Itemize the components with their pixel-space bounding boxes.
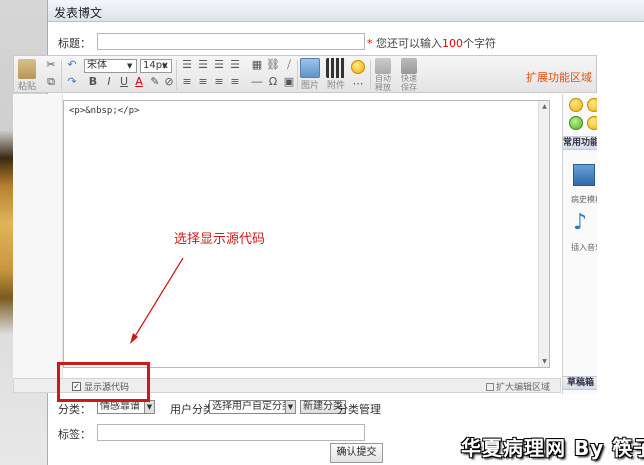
- autosave-icon: [375, 58, 391, 74]
- horizontal-rule-icon[interactable]: ―: [250, 76, 264, 88]
- smiley-icon[interactable]: [569, 116, 583, 130]
- clear-format-icon[interactable]: ⊘: [162, 76, 176, 88]
- extension-area-title: 扩展功能区域: [526, 71, 592, 84]
- toolbar-divider: [176, 60, 177, 90]
- submit-button[interactable]: 确认提交: [330, 443, 383, 463]
- chevron-down-icon: ▼: [285, 401, 295, 413]
- more-icon[interactable]: ⋯: [351, 78, 365, 90]
- quicksave-button[interactable]: 快速 保存: [398, 58, 420, 92]
- italic-button[interactable]: I: [102, 76, 116, 88]
- dialog-titlebar[interactable]: 发表博文: [48, 0, 644, 22]
- draft-box-header[interactable]: 草稿箱: [563, 376, 597, 390]
- source-editor[interactable]: <p>&nbsp;</p> ▲ ▼: [63, 100, 550, 368]
- bullet-list-icon[interactable]: ☰: [180, 59, 194, 71]
- save-disk-icon: [401, 58, 417, 74]
- film-icon: [326, 58, 346, 78]
- redo-icon[interactable]: ↷: [65, 76, 79, 88]
- dialog-title: 发表博文: [54, 6, 103, 20]
- remaining-char-count: 100: [442, 37, 463, 50]
- numbered-list-icon[interactable]: ☰: [196, 59, 210, 71]
- smiley-icon[interactable]: [587, 116, 597, 130]
- bold-button[interactable]: B: [86, 76, 100, 88]
- editor-gutter: [13, 94, 63, 378]
- tags-input[interactable]: [97, 424, 365, 441]
- copy-icon[interactable]: ⧉: [44, 76, 58, 88]
- source-code-text: <p>&nbsp;</p>: [69, 106, 140, 116]
- chevron-down-icon: ▼: [144, 401, 154, 413]
- manage-category-link[interactable]: 分类管理: [337, 401, 381, 417]
- insert-music-label: 插入音乐: [571, 243, 597, 252]
- user-category-select[interactable]: 选择用户自定分类 ▼: [209, 400, 296, 414]
- scroll-down-icon[interactable]: ▼: [540, 357, 549, 366]
- annotation-highlight-box: [57, 362, 150, 402]
- extension-panel: 常用功能 病史模板 ♪ 插入音乐 草稿箱: [562, 94, 597, 394]
- tags-label: 标签：: [58, 428, 91, 441]
- attachment-button[interactable]: 附件: [326, 58, 346, 91]
- common-functions-header: 常用功能: [563, 136, 597, 150]
- cut-icon[interactable]: ✂: [44, 59, 58, 71]
- align-left-icon[interactable]: ≡: [180, 76, 194, 88]
- underline-button[interactable]: U: [117, 76, 131, 88]
- expand-editor-button[interactable]: 扩大编辑区域: [485, 380, 550, 393]
- watermark: 华夏病理网 By 筷子: [461, 436, 644, 460]
- medical-template-icon[interactable]: [573, 164, 595, 186]
- table-icon[interactable]: ▦: [250, 59, 264, 71]
- special-char-icon[interactable]: Ω: [266, 76, 280, 88]
- autosave-button[interactable]: 自动 释放: [372, 58, 394, 92]
- align-right-icon[interactable]: ≡: [212, 76, 226, 88]
- title-label: 标题：: [58, 37, 91, 50]
- toolbar-divider: [370, 60, 371, 90]
- category-label: 分类：: [58, 403, 91, 416]
- font-color-button[interactable]: A: [132, 76, 146, 88]
- outdent-icon[interactable]: ☰: [228, 59, 242, 71]
- font-size-select[interactable]: 14px ▼: [140, 59, 172, 73]
- unlink-icon[interactable]: ⧸: [282, 59, 296, 71]
- music-note-icon[interactable]: ♪: [573, 212, 595, 234]
- medical-template-label: 病史模板: [571, 195, 597, 204]
- clipboard-icon: [18, 59, 36, 79]
- undo-icon[interactable]: ↶: [65, 59, 79, 71]
- smiley-icon[interactable]: [587, 98, 597, 112]
- align-justify-icon[interactable]: ≡: [228, 76, 242, 88]
- editor-scrollbar[interactable]: ▲ ▼: [538, 101, 549, 367]
- highlight-icon[interactable]: ✎: [148, 76, 162, 88]
- align-center-icon[interactable]: ≡: [196, 76, 210, 88]
- user-category-label: 用户分类: [170, 403, 214, 416]
- picture-icon: [300, 58, 320, 78]
- paste-button[interactable]: 粘贴: [18, 59, 36, 92]
- indent-icon[interactable]: ☰: [212, 59, 226, 71]
- title-char-hint: * 您还可以输入100个字符: [367, 37, 496, 50]
- chevron-down-icon: ▼: [127, 62, 133, 70]
- title-input[interactable]: [97, 33, 365, 50]
- chevron-down-icon: ▼: [162, 62, 168, 70]
- link-icon[interactable]: ⛓: [266, 59, 280, 71]
- annotation-text: 选择显示源代码: [174, 232, 266, 247]
- category-select[interactable]: 情感靠谱 ▼: [97, 400, 155, 414]
- editor-toolbar: 粘贴 ✂ ⧉ ↶ ↷ 宋体 ▼ 14px ▼ B I U A ✎ ⊘ ☰ ☰ ☰ ☰…: [13, 55, 597, 93]
- emoticon-icon[interactable]: [351, 60, 365, 74]
- expand-icon: [485, 383, 494, 391]
- scroll-up-icon[interactable]: ▲: [540, 102, 549, 111]
- smiley-icon[interactable]: [569, 98, 583, 112]
- flash-icon[interactable]: ▣: [282, 76, 296, 88]
- font-family-select[interactable]: 宋体 ▼: [84, 59, 137, 73]
- toolbar-divider: [61, 60, 62, 90]
- image-button[interactable]: 图片: [300, 58, 320, 91]
- toolbar-divider: [297, 60, 298, 90]
